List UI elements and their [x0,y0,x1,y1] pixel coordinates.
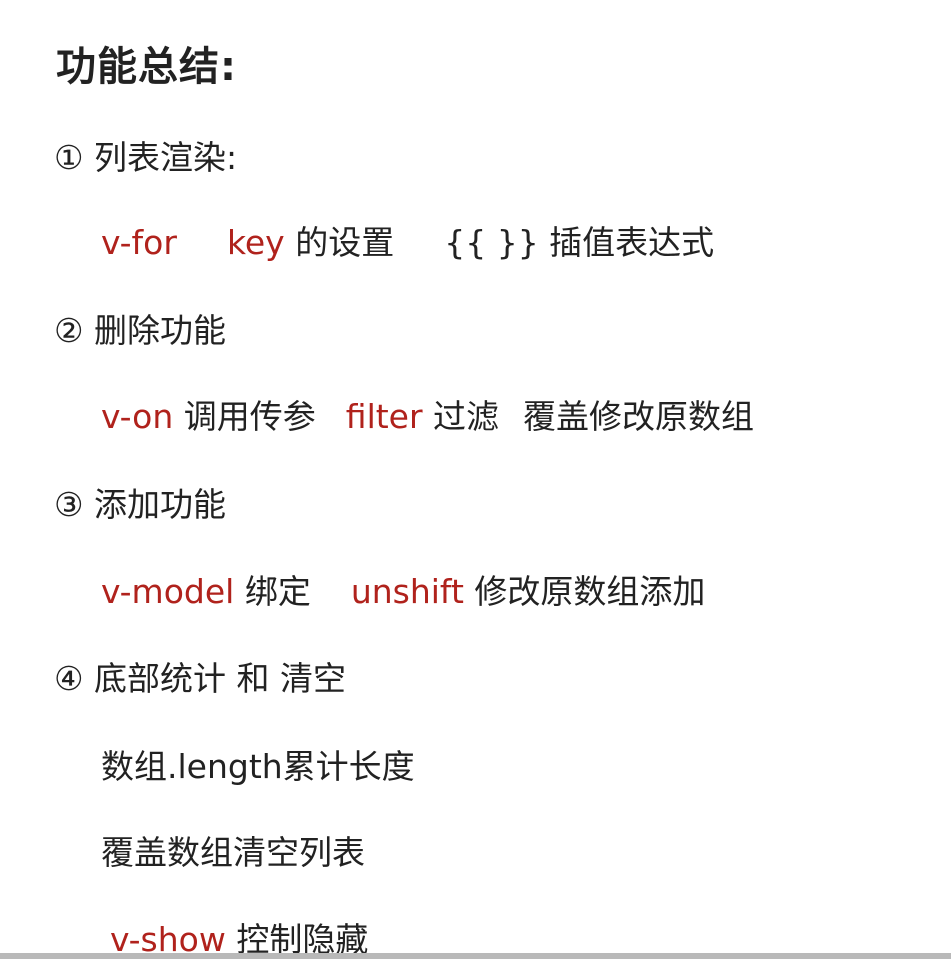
heading-text: 添加功能 [94,485,226,524]
circled-number-4: ④ [54,659,84,698]
line-text: {{ }} 插值表达式 [444,223,715,262]
circled-number-1: ① [54,138,84,177]
heading-text: 列表渲染: [94,138,238,177]
section-heading-list-render: ① 列表渲染: [54,136,237,180]
keyword-v-on: v-on [101,397,174,436]
section-line-list-render: v-for key 的设置 {{ }} 插值表达式 [101,221,714,265]
circled-number-2: ② [54,311,84,350]
heading-text: 删除功能 [94,311,226,350]
bottom-scroll-bar [0,953,951,959]
section-line-length: 数组.length累计长度 [101,747,415,786]
line-text: 调用传参 [183,397,316,436]
section-heading-delete: ② 删除功能 [54,309,226,353]
line-text: 绑定 [244,572,311,611]
heading-text: 底部统计 和 清空 [94,659,346,698]
keyword-v-model: v-model [101,572,235,611]
line-text: 覆盖修改原数组 [523,397,755,436]
section-heading-stats-clear: ④ 底部统计 和 清空 [54,657,346,701]
section-heading-add: ③ 添加功能 [54,483,226,527]
page-title: 功能总结: [56,44,237,90]
circled-number-3: ③ [54,485,84,524]
line-text: 过滤 [433,397,500,436]
section-line-delete: v-on 调用传参 filter 过滤 覆盖修改原数组 [101,395,754,439]
section-line-add: v-model 绑定 unshift 修改原数组添加 [101,570,705,614]
line-text: 的设置 [295,223,395,262]
section-line-clear: 覆盖数组清空列表 [101,833,365,872]
keyword-v-for: v-for [101,223,177,262]
keyword-key: key [226,223,285,262]
line-text: 修改原数组添加 [474,572,706,611]
keyword-filter: filter [345,397,423,436]
keyword-unshift: unshift [350,572,464,611]
